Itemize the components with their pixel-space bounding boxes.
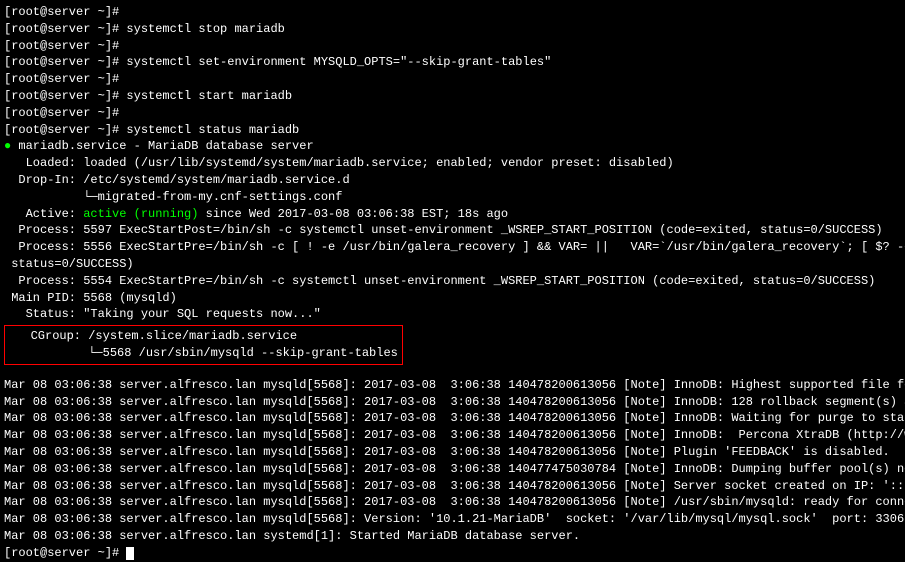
dropin-file: └─migrated-from-my.cnf-settings.conf — [4, 189, 901, 206]
process-line: Process: 5556 ExecStartPre=/bin/sh -c [ … — [4, 239, 901, 256]
command-text: systemctl status mariadb — [126, 123, 299, 137]
terminal-output: [root@server ~]# [root@server ~]# system… — [4, 4, 901, 562]
active-since: since Wed 2017-03-08 03:06:38 EST; 18s a… — [198, 207, 508, 221]
log-line: Mar 08 03:06:38 server.alfresco.lan syst… — [4, 528, 901, 545]
cursor-icon[interactable] — [126, 547, 134, 560]
prompt-line: [root@server ~]# — [4, 55, 126, 69]
dropin-line: Drop-In: /etc/systemd/system/mariadb.ser… — [4, 172, 901, 189]
log-section: Mar 08 03:06:38 server.alfresco.lan mysq… — [4, 377, 901, 545]
log-line: Mar 08 03:06:38 server.alfresco.lan mysq… — [4, 461, 901, 478]
cgroup-line: CGroup: /system.slice/mariadb.service — [9, 328, 398, 345]
cgroup-process: └─5568 /usr/sbin/mysqld --skip-grant-tab… — [9, 345, 398, 362]
log-line: Mar 08 03:06:38 server.alfresco.lan mysq… — [4, 444, 901, 461]
log-line: Mar 08 03:06:38 server.alfresco.lan mysq… — [4, 377, 901, 394]
prompt-line: [root@server ~]# — [4, 123, 126, 137]
status-text: Status: "Taking your SQL requests now...… — [4, 306, 901, 323]
log-line: Mar 08 03:06:38 server.alfresco.lan mysq… — [4, 494, 901, 511]
prompt-line: [root@server ~]# — [4, 72, 126, 86]
loaded-line: Loaded: loaded (/usr/lib/systemd/system/… — [4, 155, 901, 172]
service-name: mariadb.service - MariaDB database serve… — [18, 139, 313, 153]
command-text: systemctl stop mariadb — [126, 22, 284, 36]
log-line: Mar 08 03:06:38 server.alfresco.lan mysq… — [4, 511, 901, 528]
prompt-line: [root@server ~]# — [4, 546, 126, 560]
log-line: Mar 08 03:06:38 server.alfresco.lan mysq… — [4, 410, 901, 427]
active-label: Active: — [4, 207, 83, 221]
process-line: status=0/SUCCESS) — [4, 256, 901, 273]
log-line: Mar 08 03:06:38 server.alfresco.lan mysq… — [4, 478, 901, 495]
log-line: Mar 08 03:06:38 server.alfresco.lan mysq… — [4, 394, 901, 411]
command-text: systemctl start mariadb — [126, 89, 292, 103]
prompt-line: [root@server ~]# — [4, 22, 126, 36]
prompt-line: [root@server ~]# — [4, 106, 126, 120]
process-line: Process: 5554 ExecStartPre=/bin/sh -c sy… — [4, 273, 901, 290]
log-line: Mar 08 03:06:38 server.alfresco.lan mysq… — [4, 427, 901, 444]
command-text: systemctl set-environment MYSQLD_OPTS="-… — [126, 55, 551, 69]
prompt-line: [root@server ~]# — [4, 89, 126, 103]
bullet-icon: ● — [4, 139, 18, 153]
cgroup-highlight: CGroup: /system.slice/mariadb.service └─… — [4, 325, 403, 365]
prompt-line: [root@server ~]# — [4, 39, 126, 53]
process-line: Process: 5597 ExecStartPost=/bin/sh -c s… — [4, 222, 901, 239]
mainpid-line: Main PID: 5568 (mysqld) — [4, 290, 901, 307]
prompt-line: [root@server ~]# — [4, 5, 126, 19]
active-status: active (running) — [83, 207, 198, 221]
